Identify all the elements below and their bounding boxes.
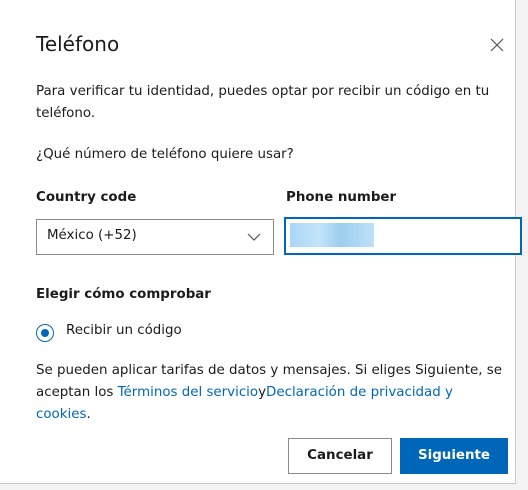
question-text: ¿Qué número de teléfono quiere usar?: [36, 147, 294, 162]
phone-dialog: Teléfono Para verificar tu identidad, pu…: [0, 0, 522, 484]
country-code-select[interactable]: México (+52): [36, 219, 274, 255]
close-button[interactable]: [488, 36, 506, 54]
phone-number-label: Phone number: [286, 190, 397, 205]
phone-number-input[interactable]: [284, 217, 522, 255]
next-button[interactable]: Siguiente: [400, 438, 508, 474]
legal-text: Se pueden aplicar tarifas de datos y men…: [36, 360, 510, 426]
legal-and-text: y: [258, 385, 267, 400]
receive-code-radio[interactable]: [36, 324, 54, 342]
terms-link[interactable]: Términos del servicio: [118, 385, 258, 400]
method-label: Elegir cómo comprobar: [36, 287, 211, 302]
chevron-down-icon: [247, 233, 261, 241]
country-code-label: Country code: [36, 190, 137, 205]
receive-code-label: Recibir un código: [66, 323, 182, 338]
cancel-button[interactable]: Cancelar: [288, 438, 392, 474]
dialog-title: Teléfono: [36, 32, 120, 56]
legal-period: .: [86, 407, 91, 422]
close-icon: [490, 38, 504, 52]
intro-text: Para verificar tu identidad, puedes opta…: [36, 84, 490, 121]
country-code-value: México (+52): [47, 228, 137, 243]
redacted-phone-value: [290, 223, 374, 247]
